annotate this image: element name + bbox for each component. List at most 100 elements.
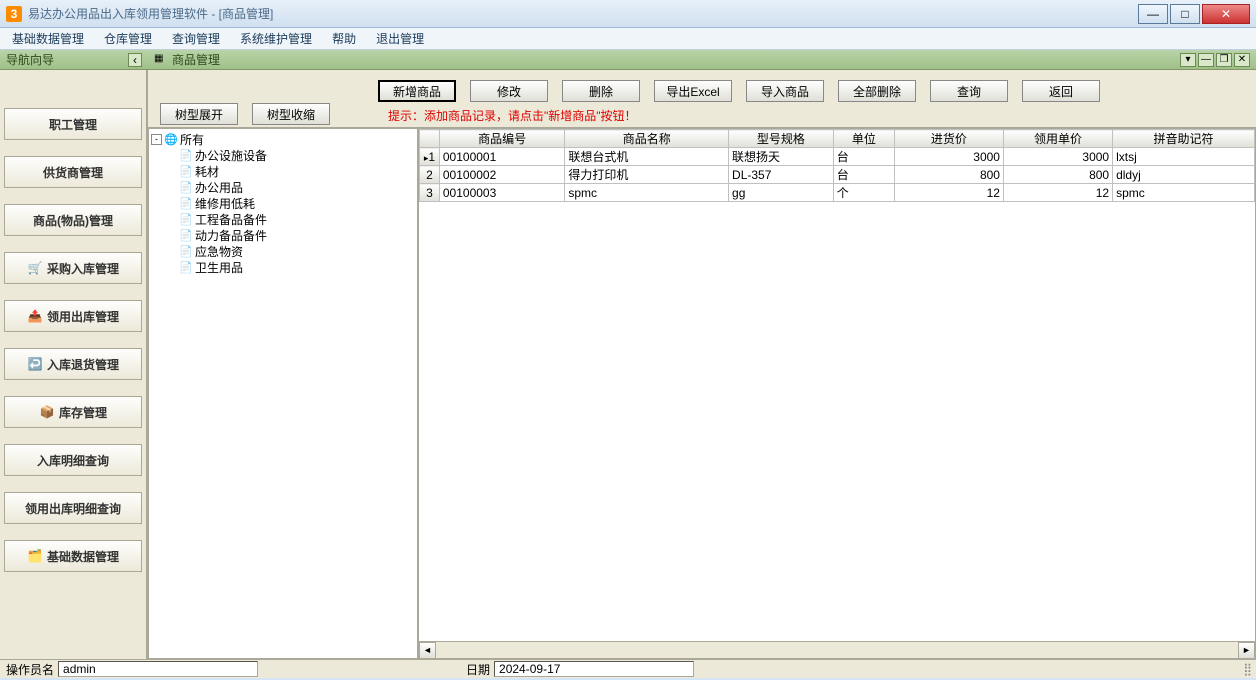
tree-node-4[interactable]: 工程备品备件 xyxy=(179,211,415,227)
grid-column-header[interactable]: 单位 xyxy=(833,130,894,148)
close-button[interactable]: ✕ xyxy=(1202,4,1250,24)
panel-dropdown-icon[interactable]: ▾ xyxy=(1180,53,1196,67)
panel-titlebar: ▦ 商品管理 ▾ — ❐ ✕ xyxy=(148,50,1256,70)
statusbar: 操作员名 admin 日期 2024-09-17 ⣿ xyxy=(0,659,1256,678)
grid-cell[interactable]: lxtsj xyxy=(1113,148,1255,166)
grid-cell[interactable]: 得力打印机 xyxy=(565,166,729,184)
grid-cell[interactable]: spmc xyxy=(565,184,729,202)
sidebar-item-3[interactable]: 🛒采购入库管理 xyxy=(4,252,142,284)
grid-column-header[interactable]: 商品名称 xyxy=(565,130,729,148)
toolbar-button-修改[interactable]: 修改 xyxy=(470,80,548,102)
toolbar-button-导入商品[interactable]: 导入商品 xyxy=(746,80,824,102)
toolbar-button-树型展开[interactable]: 树型展开 xyxy=(160,103,238,125)
sidebar-item-label: 入库明细查询 xyxy=(37,452,109,469)
grid-rownum-header xyxy=(420,130,440,148)
grid-cell[interactable]: 联想台式机 xyxy=(565,148,729,166)
toolbar-button-删除[interactable]: 删除 xyxy=(562,80,640,102)
maximize-button[interactable]: □ xyxy=(1170,4,1200,24)
panel-minimize-button[interactable]: — xyxy=(1198,53,1214,67)
sidebar-item-6[interactable]: 📦库存管理 xyxy=(4,396,142,428)
grid-cell[interactable]: 3000 xyxy=(1003,148,1112,166)
toolbar-button-树型收缩[interactable]: 树型收缩 xyxy=(252,103,330,125)
tree-node-label: 动力备品备件 xyxy=(195,227,267,244)
return-icon: ↩️ xyxy=(27,356,43,372)
grid-cell[interactable]: DL-357 xyxy=(729,166,834,184)
tree-node-0[interactable]: 办公设施设备 xyxy=(179,147,415,163)
panel-title: 商品管理 xyxy=(172,51,1180,68)
grid-cell[interactable]: 3000 xyxy=(894,148,1003,166)
table-row[interactable]: 100100001联想台式机联想扬天台30003000lxtsj xyxy=(420,148,1255,166)
grid-cell[interactable]: 00100002 xyxy=(439,166,564,184)
panel-close-button[interactable]: ✕ xyxy=(1234,53,1250,67)
grid-cell[interactable]: dldyj xyxy=(1113,166,1255,184)
tree-root[interactable]: - 所有 xyxy=(151,131,415,147)
grid-cell[interactable]: 台 xyxy=(833,148,894,166)
row-number: 3 xyxy=(420,184,440,202)
sidebar-item-label: 采购入库管理 xyxy=(47,260,119,277)
toolbar-button-导出Excel[interactable]: 导出Excel xyxy=(654,80,732,102)
menu-item-1[interactable]: 仓库管理 xyxy=(100,28,156,49)
table-row[interactable]: 200100002得力打印机DL-357台800800dldyj xyxy=(420,166,1255,184)
panel-restore-button[interactable]: ❐ xyxy=(1216,53,1232,67)
grid-cell[interactable]: 00100003 xyxy=(439,184,564,202)
category-tree[interactable]: - 所有 办公设施设备耗材办公用品维修用低耗工程备品备件动力备品备件应急物资卫生… xyxy=(148,128,418,659)
menu-item-3[interactable]: 系统维护管理 xyxy=(236,28,316,49)
grid-cell[interactable]: 800 xyxy=(1003,166,1112,184)
tree-node-3[interactable]: 维修用低耗 xyxy=(179,195,415,211)
sidebar-item-4[interactable]: 📤领用出库管理 xyxy=(4,300,142,332)
menu-item-4[interactable]: 帮助 xyxy=(328,28,360,49)
sidebar-item-2[interactable]: 商品(物品)管理 xyxy=(4,204,142,236)
grid-cell[interactable]: 台 xyxy=(833,166,894,184)
sidebar-item-8[interactable]: 领用出库明细查询 xyxy=(4,492,142,524)
tree-node-6[interactable]: 应急物资 xyxy=(179,243,415,259)
grid-column-header[interactable]: 进货价 xyxy=(894,130,1003,148)
toolbar-button-全部删除[interactable]: 全部删除 xyxy=(838,80,916,102)
grid-cell[interactable]: 800 xyxy=(894,166,1003,184)
menu-item-2[interactable]: 查询管理 xyxy=(168,28,224,49)
main-panel: 新增商品修改删除导出Excel 导入商品全部删除查询返回 树型展开树型收缩 提示：… xyxy=(148,70,1256,659)
tree-node-label: 办公用品 xyxy=(195,179,243,196)
grid-cell[interactable]: 00100001 xyxy=(439,148,564,166)
grid-cell[interactable]: 12 xyxy=(894,184,1003,202)
menu-item-0[interactable]: 基础数据管理 xyxy=(8,28,88,49)
table-row[interactable]: 300100003spmcgg个1212spmc xyxy=(420,184,1255,202)
grid-column-header[interactable]: 商品编号 xyxy=(439,130,564,148)
window-controls: — □ ✕ xyxy=(1138,4,1250,24)
toolbar-button-查询[interactable]: 查询 xyxy=(930,80,1008,102)
nav-band: 导航向导 ‹ xyxy=(0,50,148,70)
sidebar-item-5[interactable]: ↩️入库退货管理 xyxy=(4,348,142,380)
product-grid[interactable]: 商品编号商品名称型号规格单位进货价领用单价拼音助记符 100100001联想台式… xyxy=(418,128,1256,659)
tree-node-7[interactable]: 卫生用品 xyxy=(179,259,415,275)
grid-cell[interactable]: 个 xyxy=(833,184,894,202)
sidebar-item-9[interactable]: 🗂️基础数据管理 xyxy=(4,540,142,572)
grid-cell[interactable]: 12 xyxy=(1003,184,1112,202)
menu-item-5[interactable]: 退出管理 xyxy=(372,28,428,49)
grid-cell[interactable]: gg xyxy=(729,184,834,202)
grid-cell[interactable]: 联想扬天 xyxy=(729,148,834,166)
tree-node-5[interactable]: 动力备品备件 xyxy=(179,227,415,243)
toolbar-button-返回[interactable]: 返回 xyxy=(1022,80,1100,102)
hint-text: 提示：添加商品记录，请点击"新增商品"按钮！ xyxy=(388,107,637,124)
scroll-left-icon[interactable]: ◄ xyxy=(419,642,436,659)
nav-collapse-icon[interactable]: ‹ xyxy=(128,53,142,67)
grid-column-header[interactable]: 型号规格 xyxy=(729,130,834,148)
tree-node-2[interactable]: 办公用品 xyxy=(179,179,415,195)
tree-node-1[interactable]: 耗材 xyxy=(179,163,415,179)
sidebar-item-7[interactable]: 入库明细查询 xyxy=(4,444,142,476)
sidebar-item-label: 供货商管理 xyxy=(43,164,103,181)
horizontal-scrollbar[interactable]: ◄ ► xyxy=(419,641,1255,658)
scroll-right-icon[interactable]: ► xyxy=(1238,642,1255,659)
minimize-button[interactable]: — xyxy=(1138,4,1168,24)
toolbar-button-新增商品[interactable]: 新增商品 xyxy=(378,80,456,102)
grid-column-header[interactable]: 拼音助记符 xyxy=(1113,130,1255,148)
data-icon: 🗂️ xyxy=(27,548,43,564)
sidebar-item-label: 基础数据管理 xyxy=(47,548,119,565)
grid-cell[interactable]: spmc xyxy=(1113,184,1255,202)
resize-grip-icon[interactable]: ⣿ xyxy=(1243,662,1250,676)
operator-label: 操作员名 xyxy=(6,661,54,678)
sidebar-item-0[interactable]: 职工管理 xyxy=(4,108,142,140)
sidebar-item-1[interactable]: 供货商管理 xyxy=(4,156,142,188)
grid-column-header[interactable]: 领用单价 xyxy=(1003,130,1112,148)
tree-toggle-icon[interactable]: - xyxy=(151,134,162,145)
file-icon xyxy=(179,148,193,162)
